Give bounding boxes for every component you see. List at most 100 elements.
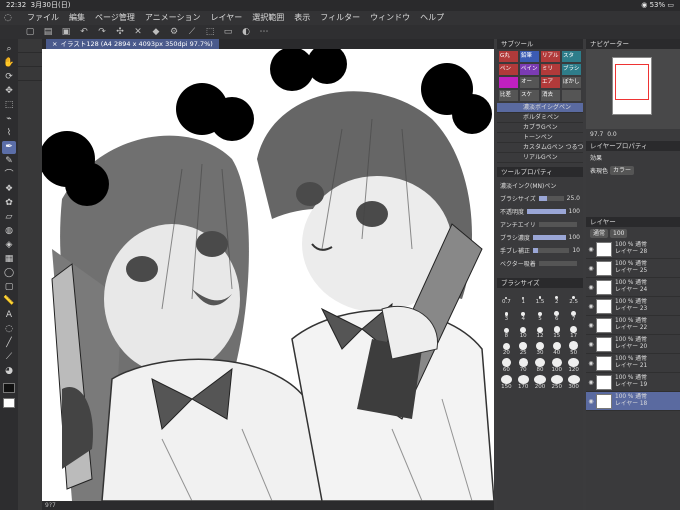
transform-icon[interactable]: ✣ — [114, 25, 126, 39]
subtool-group-4[interactable]: ペン — [499, 64, 518, 75]
subtool-group-3[interactable]: スタ — [562, 51, 581, 62]
layer-row[interactable]: ◉ 100 % 通常 レイヤー 18 — [586, 392, 680, 411]
brush-icon[interactable]: ⌒ — [2, 169, 16, 182]
invert-selection-icon[interactable]: ◐ — [240, 25, 252, 39]
brush-size-option-17[interactable]: 30 — [533, 341, 548, 356]
decoration-icon[interactable]: ✿ — [2, 197, 16, 210]
brush-size-option-10[interactable]: 8 — [499, 324, 514, 339]
close-icon[interactable]: × — [52, 40, 57, 48]
line-icon[interactable]: ╱ — [2, 337, 16, 350]
brush-size-option-26[interactable]: 170 — [516, 375, 531, 390]
layer-opacity[interactable]: 100 — [610, 229, 628, 238]
subtool-group-10[interactable]: エア — [541, 77, 560, 88]
clear-icon[interactable]: ✕ — [132, 25, 144, 39]
brush-size-option-9[interactable]: 7 — [566, 307, 581, 322]
eraser-icon[interactable]: ▱ — [2, 211, 16, 224]
menu-filter[interactable]: フィルター — [315, 11, 365, 25]
subtool-group-11[interactable]: ぼかし — [562, 77, 581, 88]
brush-size-option-7[interactable]: 5 — [533, 307, 548, 322]
brush-size-option-18[interactable]: 40 — [549, 341, 564, 356]
menu-page[interactable]: ページ管理 — [90, 11, 140, 25]
move-icon[interactable]: ✥ — [2, 85, 16, 98]
subtool-group-15[interactable] — [562, 90, 581, 101]
subtool-group-13[interactable]: スケ — [520, 90, 539, 101]
subtool-group-5[interactable]: ペイント — [520, 64, 539, 75]
brush-size-option-13[interactable]: 15 — [549, 324, 564, 339]
eyedrop-icon[interactable]: ⌇ — [2, 127, 16, 140]
lasso-icon[interactable]: ⌁ — [2, 113, 16, 126]
property-slider[interactable] — [533, 248, 570, 253]
open-icon[interactable]: ▤ — [42, 25, 54, 39]
brush-item-0[interactable]: 濃淡ボイシグペン — [497, 103, 583, 113]
rotate-icon[interactable]: ⟳ — [2, 71, 16, 84]
menu-edit[interactable]: 編集 — [64, 11, 90, 25]
eye-icon[interactable]: ◉ — [586, 341, 596, 348]
color-mode-select[interactable]: カラー — [610, 166, 635, 175]
subtool-group-1[interactable]: 鉛筆 — [520, 51, 539, 62]
brush-size-option-11[interactable]: 10 — [516, 324, 531, 339]
hand-icon[interactable]: ✋ — [2, 57, 16, 70]
brush-size-option-6[interactable]: 4 — [516, 307, 531, 322]
drawing-canvas[interactable] — [42, 49, 494, 501]
property-slider[interactable] — [532, 235, 566, 240]
subtool-group-12[interactable]: 比差 — [499, 90, 518, 101]
sub-color-swatch[interactable] — [3, 398, 15, 408]
property-value[interactable]: 10 — [572, 247, 580, 254]
layer-row[interactable]: ◉ 100 % 通常 レイヤー 22 — [586, 316, 680, 335]
fill-icon[interactable]: ◈ — [2, 239, 16, 252]
brush-size-option-19[interactable]: 50 — [566, 341, 581, 356]
main-color-swatch[interactable] — [3, 383, 15, 393]
menu-window[interactable]: ウィンドウ — [365, 11, 415, 25]
fill-icon[interactable]: ◆ — [150, 25, 162, 39]
navigator-preview[interactable] — [586, 49, 680, 129]
more-icon[interactable]: ⋯ — [258, 25, 270, 39]
property-slider[interactable] — [527, 209, 566, 214]
panel-row[interactable] — [18, 39, 42, 53]
layer-row[interactable]: ◉ 100 % 通常 レイヤー 25 — [586, 259, 680, 278]
blend-mode-select[interactable]: 通常 — [590, 229, 609, 238]
zoom-value[interactable]: 97.7 — [590, 131, 603, 138]
correct-line-icon[interactable]: ⟋ — [2, 351, 16, 364]
brush-size-option-29[interactable]: 300 — [566, 375, 581, 390]
undo-icon[interactable]: ↶ — [78, 25, 90, 39]
property-slider[interactable] — [538, 261, 577, 266]
angle-value[interactable]: 0.0 — [607, 131, 617, 138]
brush-item-3[interactable]: トーンペン — [497, 133, 583, 143]
subtool-group-2[interactable]: リアル — [541, 51, 560, 62]
brush-size-option-16[interactable]: 25 — [516, 341, 531, 356]
brush-size-option-4[interactable]: 2.5 — [566, 290, 581, 305]
eye-icon[interactable]: ◉ — [586, 303, 596, 310]
balloon-icon[interactable]: ◌ — [2, 323, 16, 336]
brush-item-4[interactable]: カスタムGペン つるつる — [497, 143, 583, 153]
select-all-icon[interactable]: ⬚ — [204, 25, 216, 39]
menu-help[interactable]: ヘルプ — [415, 11, 449, 25]
text-icon[interactable]: A — [2, 309, 16, 322]
deselect-icon[interactable]: ▭ — [222, 25, 234, 39]
layer-row[interactable]: ◉ 100 % 通常 レイヤー 19 — [586, 373, 680, 392]
brush-size-option-24[interactable]: 120 — [566, 358, 581, 373]
subtool-group-0[interactable]: G丸 — [499, 51, 518, 62]
redo-icon[interactable]: ↷ — [96, 25, 108, 39]
settings-icon[interactable]: ⚙ — [168, 25, 180, 39]
pen-icon[interactable]: ✒ — [2, 141, 16, 154]
select-icon[interactable]: ⬚ — [2, 99, 16, 112]
brush-size-option-20[interactable]: 60 — [499, 358, 514, 373]
brush-size-option-12[interactable]: 12 — [533, 324, 548, 339]
brush-size-option-27[interactable]: 200 — [533, 375, 548, 390]
brush-size-option-8[interactable]: 6 — [549, 307, 564, 322]
pencil-icon[interactable]: ✎ — [2, 155, 16, 168]
subtool-group-6[interactable]: ミリ — [541, 64, 560, 75]
ruler-snap-icon[interactable]: ⟋ — [186, 25, 198, 39]
brush-item-5[interactable]: リアルGペン — [497, 153, 583, 163]
panel-row[interactable] — [18, 67, 42, 81]
eye-icon[interactable]: ◉ — [586, 360, 596, 367]
brush-size-option-25[interactable]: 150 — [499, 375, 514, 390]
menu-selection[interactable]: 選択範囲 — [247, 11, 289, 25]
eye-icon[interactable]: ◉ — [586, 246, 596, 253]
eye-icon[interactable]: ◉ — [586, 284, 596, 291]
brush-size-option-5[interactable]: 3 — [499, 307, 514, 322]
save-icon[interactable]: ▣ — [60, 25, 72, 39]
airbrush-icon[interactable]: ❖ — [2, 183, 16, 196]
blend-icon[interactable]: ◍ — [2, 225, 16, 238]
brush-item-1[interactable]: ボルダミペン — [497, 113, 583, 123]
